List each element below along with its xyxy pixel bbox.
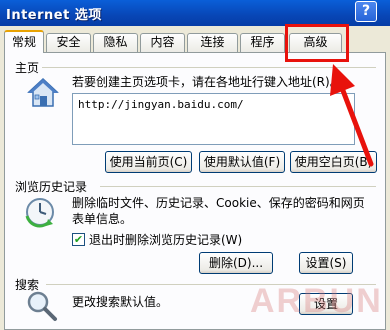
homepage-description: 若要创建主页选项卡，请在各地址行键入地址(R)。: [72, 75, 342, 89]
tab-security[interactable]: 安全: [46, 33, 91, 52]
search-description: 更改搜索默认值。: [72, 295, 169, 309]
history-settings-button[interactable]: 设置(S): [299, 252, 353, 274]
delete-history-button[interactable]: 删除(D)...: [199, 252, 273, 274]
delete-on-exit-checkbox[interactable]: ✔: [72, 233, 85, 246]
home-icon: [27, 77, 59, 107]
history-description-line2: 表单信息。: [72, 212, 133, 226]
history-divider: [100, 186, 376, 187]
tab-privacy[interactable]: 隐私: [93, 33, 138, 52]
tab-general[interactable]: 常规: [4, 30, 44, 53]
use-default-button[interactable]: 使用默认值(F): [199, 151, 285, 173]
annotation-highlight-box: [285, 24, 349, 62]
history-group-title: 浏览历史记录: [15, 180, 88, 194]
history-clock-icon: [25, 198, 54, 228]
magnifier-icon: [27, 291, 57, 321]
help-button[interactable]: ?: [355, 1, 377, 22]
window-title: Internet 选项: [6, 8, 102, 23]
use-current-button[interactable]: 使用当前页(C): [105, 151, 192, 173]
title-bar: Internet 选项 ?: [0, 0, 390, 26]
homepage-group-title: 主页: [15, 61, 40, 75]
homepage-url-input[interactable]: http://jingyan.baidu.com/: [72, 93, 355, 145]
watermark: ARBUN: [250, 282, 383, 320]
history-description-line1: 删除临时文件、历史记录、Cookie、保存的密码和网页: [72, 196, 365, 210]
tab-connections[interactable]: 连接: [187, 33, 238, 52]
tab-content[interactable]: 内容: [140, 33, 185, 52]
annotation-arrow-icon: [330, 64, 374, 167]
tab-programs[interactable]: 程序: [240, 33, 285, 52]
delete-on-exit-label: 退出时删除浏览历史记录(W): [89, 233, 243, 247]
